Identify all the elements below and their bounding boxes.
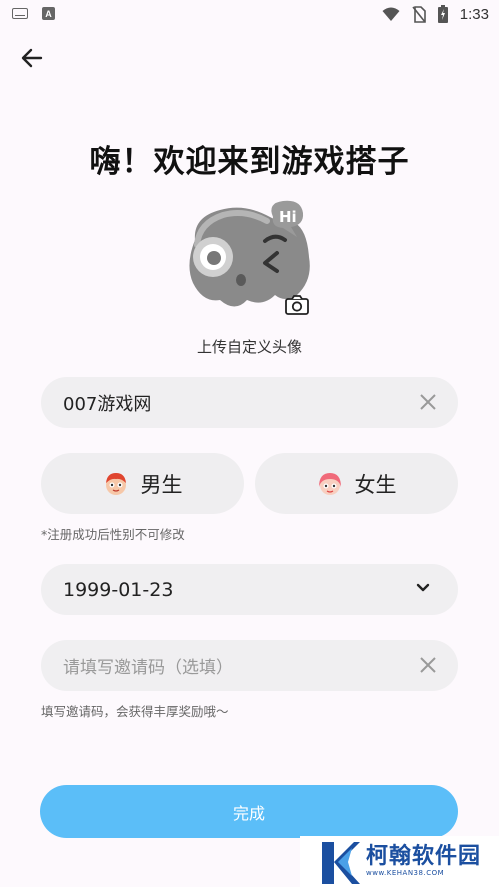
gender-female-label: 女生 <box>354 472 397 497</box>
gender-female-button[interactable]: 女生 <box>255 453 458 514</box>
invite-code-input[interactable]: 请填写邀请码（选填） <box>41 640 458 691</box>
avatar-upload[interactable]: Hi <box>185 195 315 320</box>
clear-nickname-icon[interactable] <box>418 392 438 412</box>
avatar-badge-text: Hi <box>279 208 297 226</box>
invite-placeholder: 请填写邀请码（选填） <box>63 658 233 678</box>
gender-note: *注册成功后性别不可修改 <box>41 527 185 542</box>
birthday-select[interactable]: 1999-01-23 <box>41 564 458 615</box>
invite-note: 填写邀请码，会获得丰厚奖励哦～ <box>41 704 229 719</box>
arrow-left-icon <box>21 48 43 68</box>
chevron-down-icon <box>416 583 430 592</box>
birthday-value: 1999-01-23 <box>63 578 174 601</box>
battery-icon <box>437 5 448 23</box>
keyboard-icon <box>12 8 28 19</box>
camera-icon <box>285 295 309 315</box>
back-button[interactable] <box>18 44 46 72</box>
female-avatar-icon <box>318 472 341 495</box>
status-time: 1:33 <box>459 5 489 23</box>
avatar-caption: 上传自定义头像 <box>196 338 302 356</box>
nickname-field[interactable]: 007游戏网 <box>41 377 458 428</box>
watermark-title: 柯翰软件园 <box>366 844 482 869</box>
gender-male-button[interactable]: 男生 <box>41 453 244 514</box>
clear-invite-icon[interactable] <box>418 655 438 675</box>
watermark-logo-icon <box>322 841 360 884</box>
wifi-icon <box>382 7 400 21</box>
watermark-subtitle: www.KEHAN38.COM <box>366 869 445 877</box>
watermark: 柯翰软件园 www.KEHAN38.COM <box>300 836 499 887</box>
male-avatar-icon <box>105 472 126 495</box>
no-sim-icon <box>412 5 426 23</box>
a-notification-icon: A <box>42 7 55 20</box>
status-bar: A 1:33 <box>0 0 499 30</box>
page-title: 嗨！欢迎来到游戏搭子 <box>89 144 410 180</box>
done-button[interactable]: 完成 <box>40 785 458 838</box>
gender-male-label: 男生 <box>140 472 183 497</box>
nickname-value: 007游戏网 <box>63 393 152 415</box>
